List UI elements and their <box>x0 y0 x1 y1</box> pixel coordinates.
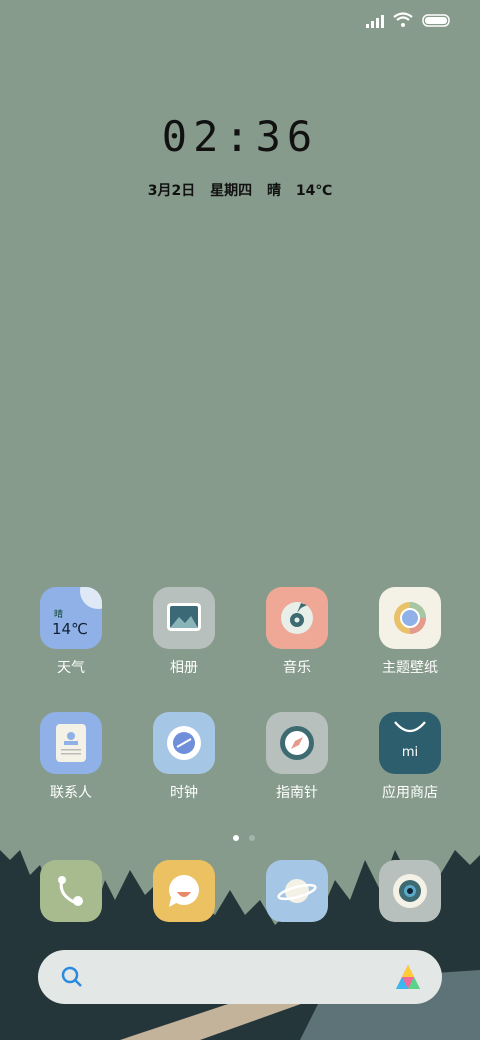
app-compass[interactable]: 指南针 <box>242 712 352 802</box>
app-gallery[interactable]: 相册 <box>129 587 239 677</box>
camera-icon[interactable] <box>379 860 441 922</box>
app-label: 联系人 <box>50 785 92 801</box>
app-label: 天气 <box>57 660 85 676</box>
page-dot-active[interactable] <box>233 835 239 841</box>
search-bar[interactable] <box>38 950 442 1004</box>
assistant-icon[interactable] <box>394 963 422 991</box>
app-label: 指南针 <box>276 785 318 801</box>
app-store-icon: mi <box>379 712 441 774</box>
clock-icon <box>153 712 215 774</box>
clock-time[interactable]: 02:36 <box>0 112 480 161</box>
app-clock[interactable]: 时钟 <box>129 712 239 802</box>
weather-widget-condition: 晴 <box>54 610 64 620</box>
app-music[interactable]: 音乐 <box>242 587 352 677</box>
app-contacts[interactable]: 联系人 <box>16 712 126 802</box>
weather-text: 晴 <box>266 183 281 199</box>
wifi-icon <box>393 12 413 27</box>
app-themes[interactable]: 主题壁纸 <box>355 587 465 677</box>
app-store[interactable]: mi 应用商店 <box>355 712 465 802</box>
app-weather[interactable]: 晴 14℃ 天气 <box>16 587 126 677</box>
status-bar <box>0 0 480 40</box>
weather-widget-temp: 14℃ <box>52 620 88 638</box>
date-text: 3月2日 <box>147 183 196 199</box>
temperature-text: 14℃ <box>295 183 333 199</box>
wallpaper-forest <box>0 850 480 1040</box>
battery-icon <box>422 14 450 27</box>
contacts-icon <box>40 712 102 774</box>
search-icon[interactable] <box>60 965 84 989</box>
compass-icon <box>266 712 328 774</box>
svg-text:mi: mi <box>402 745 418 760</box>
signal-icon <box>366 15 384 28</box>
weekday-text: 星期四 <box>210 183 253 199</box>
phone-icon[interactable] <box>40 860 102 922</box>
music-icon <box>266 587 328 649</box>
weather-icon: 晴 14℃ <box>40 587 102 649</box>
app-label: 时钟 <box>170 785 198 801</box>
gallery-icon <box>153 587 215 649</box>
page-indicator[interactable] <box>228 826 260 845</box>
page-dot[interactable] <box>249 835 255 841</box>
messages-icon[interactable] <box>153 860 215 922</box>
date-weather-line[interactable]: 3月2日 星期四 晴 14℃ <box>0 180 480 200</box>
themes-icon <box>379 587 441 649</box>
browser-icon[interactable] <box>266 860 328 922</box>
app-label: 主题壁纸 <box>382 660 438 676</box>
app-label: 音乐 <box>283 660 311 676</box>
app-label: 应用商店 <box>382 785 438 801</box>
app-label: 相册 <box>170 660 198 676</box>
